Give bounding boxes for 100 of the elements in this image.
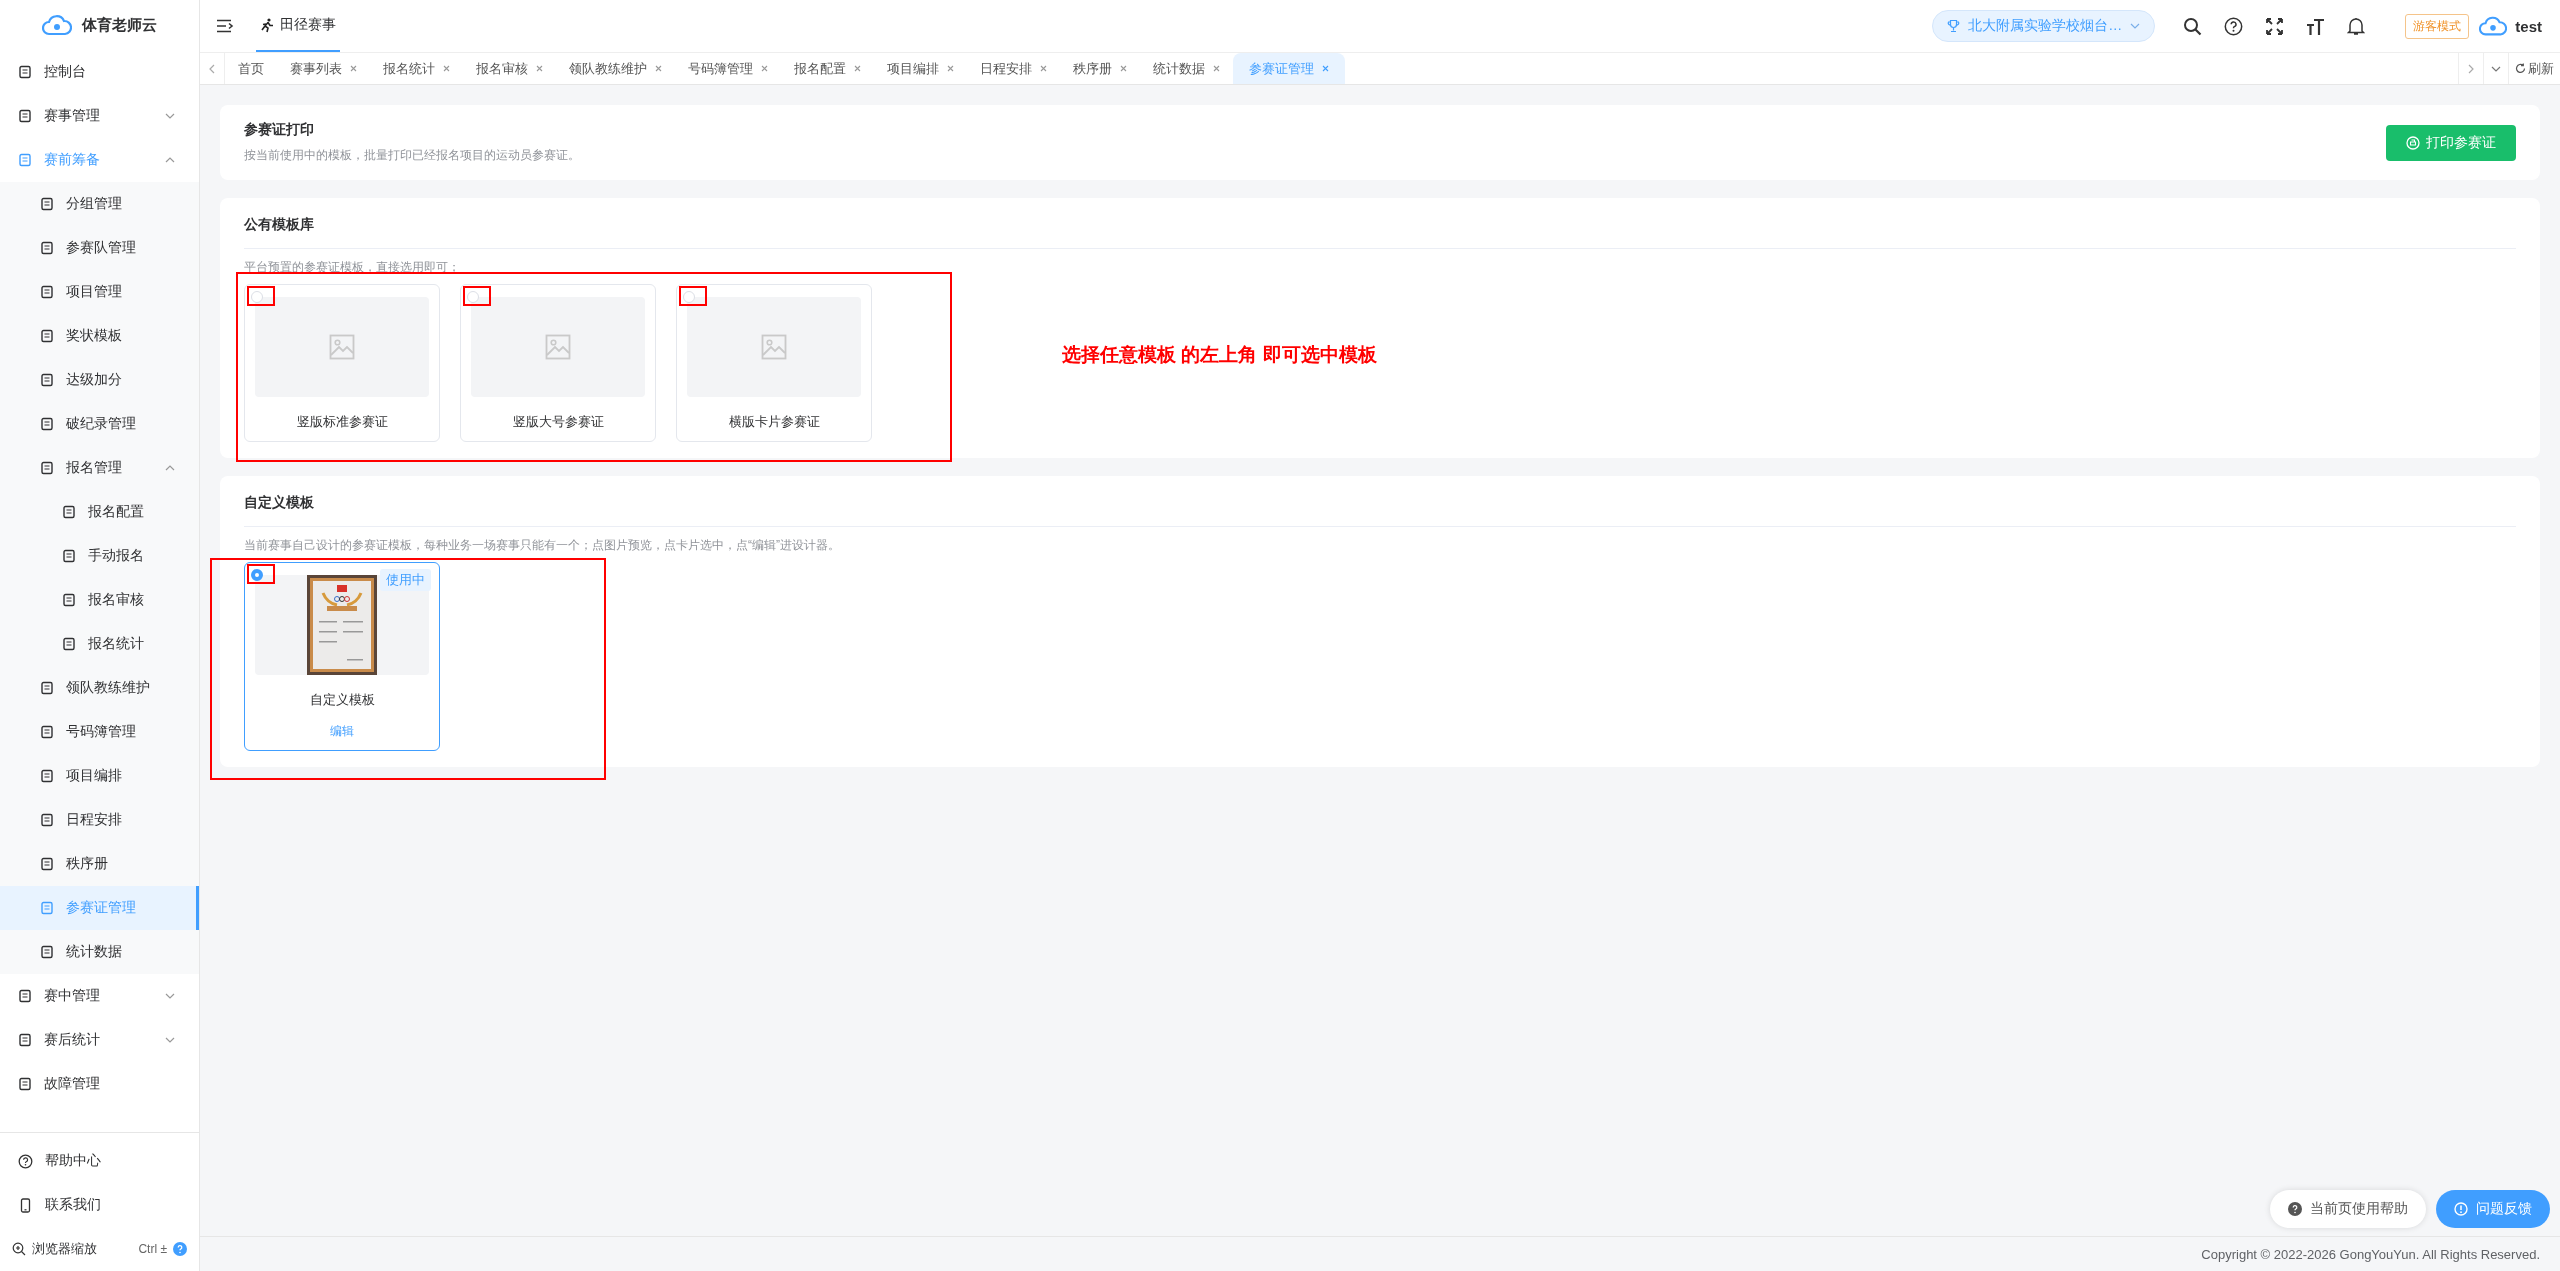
page-tab[interactable]: 秩序册: [1060, 53, 1140, 84]
sidebar-item[interactable]: 分组管理: [0, 182, 199, 226]
help-icon[interactable]: [2224, 16, 2244, 36]
close-icon[interactable]: [536, 65, 543, 72]
page-tab[interactable]: 号码簿管理: [675, 53, 781, 84]
sidebar-item[interactable]: 帮助中心: [0, 1139, 199, 1183]
sidebar-item[interactable]: 秩序册: [0, 842, 199, 886]
chevron-icon: [165, 157, 175, 163]
page-tab[interactable]: 报名统计: [370, 53, 463, 84]
sidebar-item[interactable]: 联系我们: [0, 1183, 199, 1227]
close-icon[interactable]: [761, 65, 768, 72]
alert-icon: [2454, 1202, 2468, 1216]
close-icon[interactable]: [854, 65, 861, 72]
menu-item-icon: [18, 65, 32, 79]
chevron-icon: [165, 113, 175, 119]
runner-icon: [260, 17, 274, 33]
template-card[interactable]: 使用中 自定义模板 编辑: [244, 562, 440, 751]
radio-button[interactable]: [251, 569, 263, 581]
sidebar-item[interactable]: 参赛队管理: [0, 226, 199, 270]
menu-item-icon: [40, 945, 54, 959]
card-description: 按当前使用中的模板，批量打印已经报名项目的运动员参赛证。: [244, 147, 580, 164]
menu-item-icon: [40, 285, 54, 299]
printer-icon: [2406, 135, 2420, 150]
trophy-icon: [1947, 19, 1961, 33]
sidebar-item[interactable]: 统计数据: [0, 930, 199, 974]
close-icon[interactable]: [350, 65, 357, 72]
template-card[interactable]: 横版卡片参赛证: [676, 284, 872, 442]
page-tab[interactable]: 首页: [225, 53, 277, 84]
image-placeholder-icon: [545, 334, 571, 360]
sidebar-item[interactable]: 项目管理: [0, 270, 199, 314]
page-tab[interactable]: 报名审核: [463, 53, 556, 84]
template-card[interactable]: 竖版标准参赛证: [244, 284, 440, 442]
cloud-logo-icon: [42, 14, 72, 36]
chevron-icon: [165, 1037, 175, 1043]
sidebar-item[interactable]: 故障管理: [0, 1062, 199, 1106]
page-tab[interactable]: 项目编排: [874, 53, 967, 84]
page-tab[interactable]: 报名配置: [781, 53, 874, 84]
sidebar-item[interactable]: 赛后统计: [0, 1018, 199, 1062]
menu-item-icon: [40, 901, 54, 915]
page-tab[interactable]: 领队教练维护: [556, 53, 675, 84]
app-name: 体育老师云: [82, 15, 157, 35]
zoom-label[interactable]: 浏览器缩放: [32, 1240, 133, 1258]
template-name: 自定义模板: [309, 691, 375, 709]
menu-item-icon: [18, 153, 32, 167]
bell-icon[interactable]: [2347, 16, 2366, 36]
sidebar-item[interactable]: 领队教练维护: [0, 666, 199, 710]
close-icon[interactable]: [1322, 65, 1329, 72]
font-size-icon[interactable]: [2306, 16, 2326, 36]
close-icon[interactable]: [947, 65, 954, 72]
template-name: 竖版标准参赛证: [296, 413, 388, 431]
menu-item-icon: [62, 593, 76, 607]
menu-item-icon: [40, 813, 54, 827]
shortcut-hint: Ctrl ±: [138, 1242, 167, 1256]
phone-icon: [18, 1197, 33, 1213]
sidebar-item[interactable]: 报名管理: [0, 446, 199, 490]
menu-item-icon: [40, 681, 54, 695]
template-name: 横版卡片参赛证: [728, 413, 820, 431]
annotation-text: 选择任意模板 的左上角 即可选中模板: [1062, 343, 1377, 367]
menu-icon[interactable]: [216, 19, 234, 33]
menu-item-icon: [18, 109, 32, 123]
sidebar-item[interactable]: 赛中管理: [0, 974, 199, 1018]
image-placeholder-icon: [329, 334, 355, 360]
section-title: 自定义模板: [244, 494, 315, 512]
close-icon[interactable]: [1120, 65, 1127, 72]
search-icon[interactable]: [2183, 16, 2203, 36]
menu-item-icon: [40, 329, 54, 343]
sidebar-item[interactable]: 日程安排: [0, 798, 199, 842]
sidebar-item[interactable]: 破纪录管理: [0, 402, 199, 446]
page-help-button[interactable]: 当前页使用帮助: [2270, 1190, 2426, 1228]
zoom-in-icon: [12, 1242, 26, 1256]
card-title: 参赛证打印: [244, 121, 315, 139]
chevron-icon: [2130, 23, 2141, 29]
menu-item-icon: [62, 505, 76, 519]
close-icon[interactable]: [1213, 65, 1220, 72]
sidebar-item[interactable]: 控制台: [0, 50, 199, 94]
menu-item-icon: [18, 1033, 32, 1047]
sidebar-item[interactable]: 项目编排: [0, 754, 199, 798]
template-card[interactable]: 竖版大号参赛证: [460, 284, 656, 442]
close-icon[interactable]: [1040, 65, 1047, 72]
page-tab[interactable]: 统计数据: [1140, 53, 1233, 84]
cloud-avatar-icon[interactable]: [2479, 15, 2508, 37]
sidebar-item[interactable]: 赛事管理: [0, 94, 199, 138]
guest-mode-badge: 游客模式: [2405, 13, 2470, 39]
sidebar-item[interactable]: 手动报名: [0, 534, 199, 578]
sidebar-item[interactable]: 报名统计: [0, 622, 199, 666]
sidebar-item[interactable]: 达级加分: [0, 358, 199, 402]
page-tab[interactable]: 赛事列表: [277, 53, 370, 84]
close-icon[interactable]: [443, 65, 450, 72]
sidebar-item[interactable]: 号码簿管理: [0, 710, 199, 754]
close-icon[interactable]: [655, 65, 662, 72]
sidebar-item[interactable]: 奖状模板: [0, 314, 199, 358]
fullscreen-icon[interactable]: [2265, 16, 2285, 36]
user-name[interactable]: test: [2515, 17, 2542, 35]
help-icon: [18, 1153, 33, 1169]
page-tab[interactable]: 日程安排: [967, 53, 1060, 84]
sidebar-item[interactable]: 报名审核: [0, 578, 199, 622]
menu-item-icon: [62, 549, 76, 563]
refresh-button[interactable]: 刷新: [2508, 53, 2560, 84]
sidebar-item[interactable]: 报名配置: [0, 490, 199, 534]
template-name: 竖版大号参赛证: [512, 413, 604, 431]
